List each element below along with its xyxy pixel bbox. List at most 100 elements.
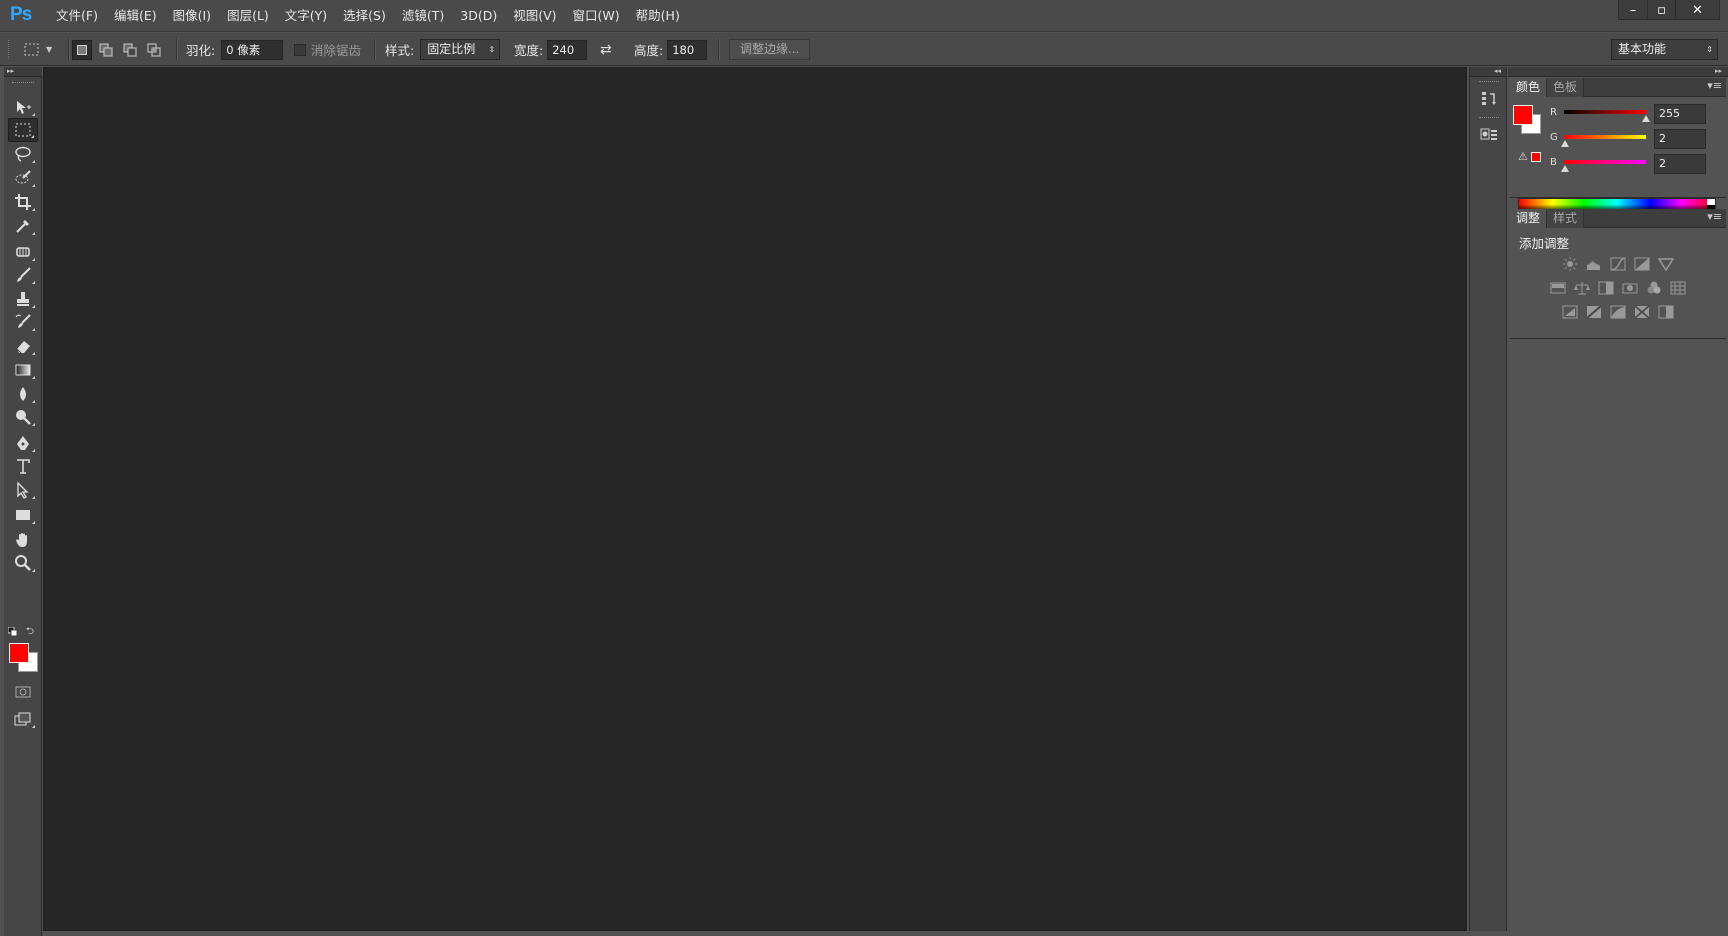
panel-foreground-swatch[interactable]: [1513, 105, 1533, 125]
add-to-selection-button[interactable]: [96, 40, 116, 60]
refine-edge-button[interactable]: 调整边缘...: [729, 39, 811, 60]
rectangle-tool[interactable]: [8, 503, 38, 527]
options-bar-grip[interactable]: [8, 40, 11, 59]
gradient-map-button[interactable]: [1657, 303, 1675, 321]
gamut-color-swatch[interactable]: [1531, 152, 1541, 162]
menu-item[interactable]: 文字(Y): [277, 0, 335, 32]
zoom-tool[interactable]: [8, 551, 38, 575]
panel-menu-icon[interactable]: ▾≡: [1707, 79, 1722, 92]
foreground-color-swatch[interactable]: [9, 643, 29, 663]
red-slider-handle[interactable]: [1642, 115, 1650, 122]
eraser-icon: [16, 341, 30, 354]
move-tool[interactable]: [8, 95, 38, 119]
minimize-button[interactable]: –: [1619, 0, 1647, 20]
tab-styles[interactable]: 样式: [1547, 209, 1585, 228]
toolbox-grip[interactable]: [12, 82, 34, 85]
new-selection-button[interactable]: [72, 39, 92, 60]
tab-adjustments[interactable]: 调整: [1510, 209, 1548, 228]
menu-item[interactable]: 文件(F): [48, 0, 106, 32]
eraser-tool[interactable]: [8, 334, 38, 358]
height-input[interactable]: 180: [667, 39, 708, 60]
quick-selection-tool[interactable]: [8, 166, 38, 190]
green-slider-handle[interactable]: [1560, 140, 1569, 147]
right-panel-header[interactable]: ▸▸: [1508, 67, 1728, 77]
style-select[interactable]: 固定比例 ⇕: [420, 39, 501, 60]
swap-button[interactable]: ⇄: [600, 33, 612, 66]
hue-saturation-button[interactable]: [1549, 279, 1567, 297]
channel-mixer-button[interactable]: [1645, 279, 1663, 297]
lasso-tool[interactable]: [8, 142, 38, 166]
color-balance-button[interactable]: [1573, 279, 1591, 297]
quick-mask-button[interactable]: [8, 680, 38, 704]
menu-item[interactable]: 视图(V): [505, 0, 564, 32]
workspace-select[interactable]: 基本功能 ⇕: [1611, 39, 1718, 60]
blur-tool[interactable]: [8, 382, 38, 406]
menu-item[interactable]: 滤镜(T): [394, 0, 452, 32]
vibrance-button[interactable]: [1657, 255, 1675, 273]
rectangular-marquee-tool[interactable]: [8, 118, 38, 142]
green-value-input[interactable]: 2: [1654, 129, 1706, 149]
menu-item[interactable]: 3D(D): [452, 0, 505, 32]
levels-button[interactable]: [1585, 255, 1603, 273]
tab-color[interactable]: 颜色: [1510, 78, 1548, 97]
menu-item[interactable]: 图像(I): [165, 0, 219, 32]
hand-tool[interactable]: [8, 528, 38, 552]
dock-header[interactable]: ◂◂: [1470, 67, 1506, 77]
type-tool[interactable]: [8, 454, 38, 478]
red-value-input[interactable]: 255: [1654, 104, 1706, 124]
intersect-selection-button[interactable]: [144, 40, 164, 60]
curves-button[interactable]: [1609, 255, 1627, 273]
close-button[interactable]: ✕: [1675, 0, 1719, 20]
restore-button[interactable]: ▫: [1647, 0, 1675, 20]
menu-item[interactable]: 编辑(E): [106, 0, 165, 32]
dodge-tool[interactable]: [8, 405, 38, 429]
history-panel-button[interactable]: [1470, 85, 1508, 111]
menu-item[interactable]: 选择(S): [335, 0, 394, 32]
selective-color-button[interactable]: [1633, 303, 1651, 321]
default-colors-button[interactable]: [7, 626, 18, 637]
photo-filter-button[interactable]: [1621, 279, 1639, 297]
width-input[interactable]: 240: [547, 39, 588, 60]
panel-menu-icon[interactable]: ▾≡: [1707, 210, 1722, 223]
path-selection-tool[interactable]: [8, 478, 38, 502]
adjustments-panel-tabs: 调整 样式 ▾≡: [1510, 209, 1726, 228]
tool-preset-picker[interactable]: ▼: [24, 33, 52, 66]
tools-panel-header[interactable]: ▸▸: [4, 67, 42, 77]
type-icon: [17, 459, 30, 474]
subtract-from-selection-button[interactable]: [120, 40, 140, 60]
history-brush-tool[interactable]: [8, 310, 38, 334]
brightness-contrast-button[interactable]: [1561, 255, 1579, 273]
adjustment-row: [1510, 303, 1726, 325]
dock-group-properties: [1470, 117, 1508, 147]
posterize-button[interactable]: [1585, 303, 1603, 321]
spot-healing-tool[interactable]: [8, 240, 38, 264]
crop-tool[interactable]: [8, 190, 38, 214]
invert-button[interactable]: [1561, 303, 1579, 321]
gradient-tool[interactable]: [8, 358, 38, 382]
blue-slider-track[interactable]: [1564, 160, 1646, 164]
screen-mode-button[interactable]: [8, 707, 38, 731]
swap-colors-button[interactable]: ⮌: [26, 624, 34, 641]
color-lookup-button[interactable]: [1669, 279, 1687, 297]
brush-tool[interactable]: [8, 263, 38, 287]
exposure-button[interactable]: [1633, 255, 1651, 273]
document-canvas-area[interactable]: [43, 67, 1467, 931]
out-of-gamut-warning-icon[interactable]: ⚠: [1518, 150, 1528, 163]
red-slider-track[interactable]: [1564, 110, 1646, 114]
feather-input[interactable]: 0 像素: [221, 39, 284, 60]
black-white-button[interactable]: [1597, 279, 1615, 297]
menu-item[interactable]: 图层(L): [219, 0, 277, 32]
menu-item[interactable]: 窗口(W): [565, 0, 628, 32]
clone-stamp-tool[interactable]: [8, 287, 38, 311]
threshold-button[interactable]: [1609, 303, 1627, 321]
blue-value-input[interactable]: 2: [1654, 154, 1706, 174]
width-label: 宽度:: [514, 43, 544, 58]
antialias-checkbox[interactable]: [294, 43, 306, 56]
menu-item[interactable]: 帮助(H): [628, 0, 688, 32]
pen-tool[interactable]: [8, 431, 38, 455]
properties-panel-button[interactable]: [1470, 121, 1508, 147]
eyedropper-tool[interactable]: [8, 214, 38, 238]
green-slider-track[interactable]: [1564, 135, 1646, 139]
tab-swatches[interactable]: 色板: [1547, 78, 1585, 97]
blue-slider-handle[interactable]: [1560, 165, 1569, 172]
